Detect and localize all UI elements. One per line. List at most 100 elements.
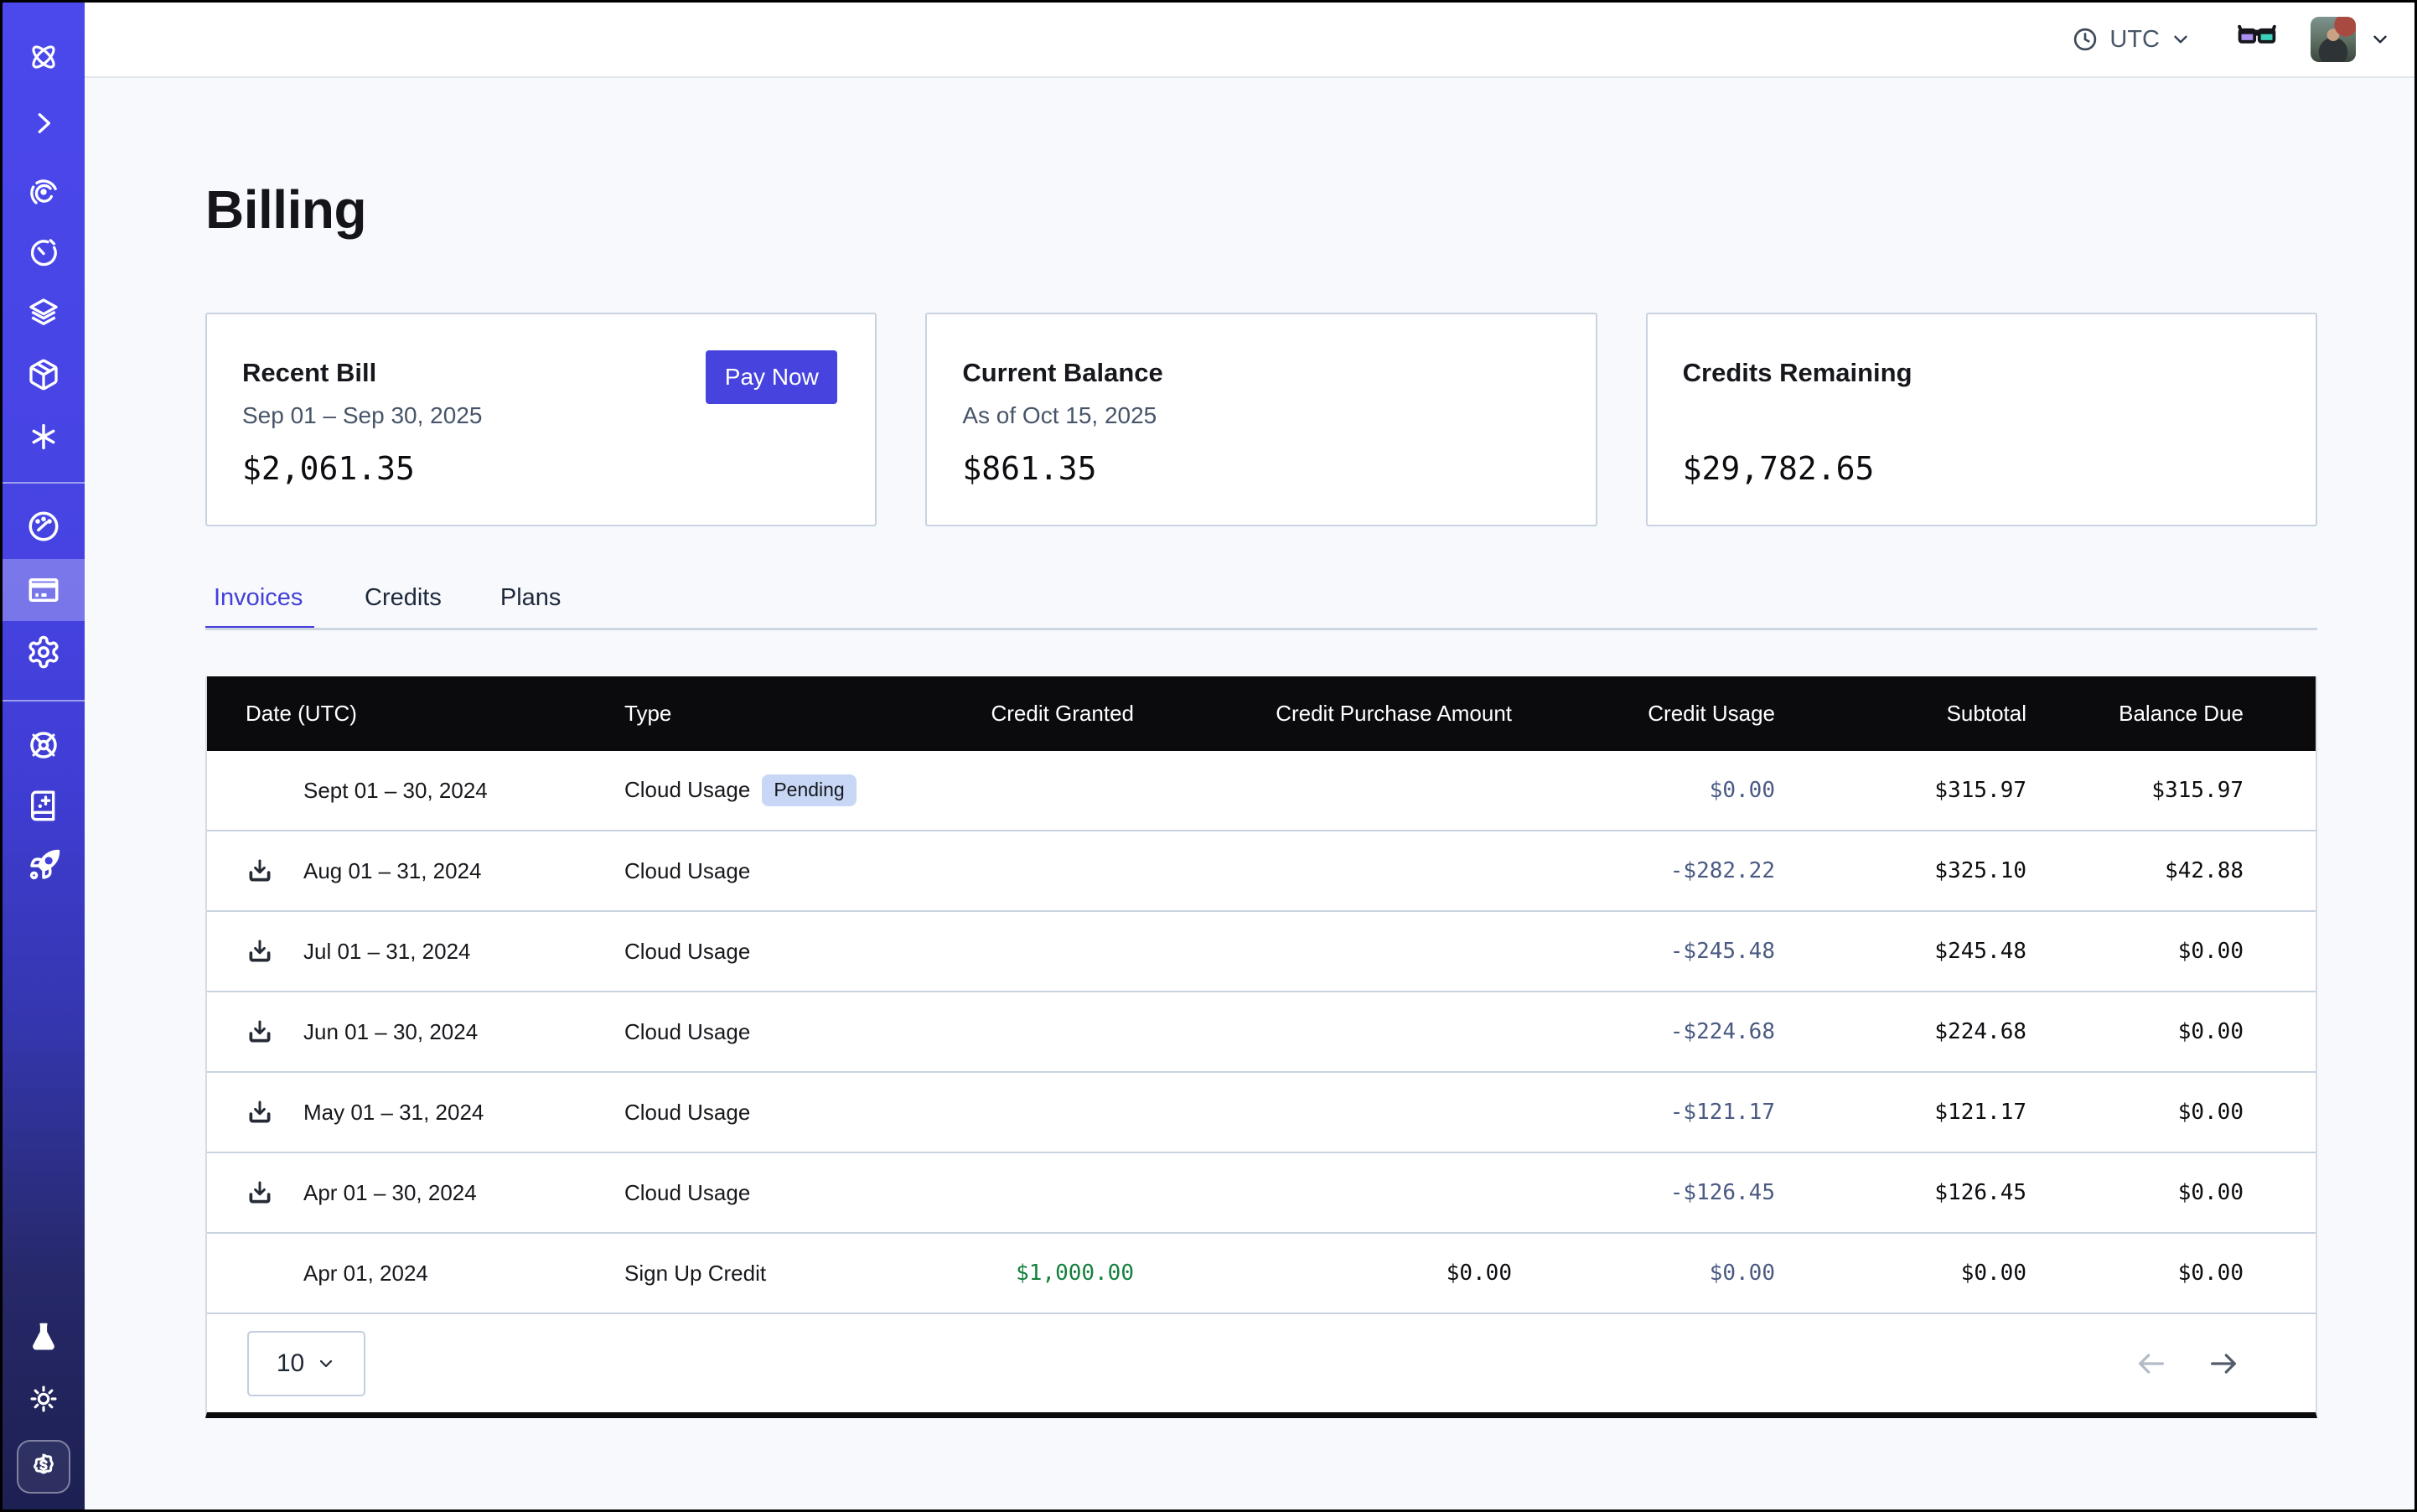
chevron-down-icon bbox=[316, 1354, 336, 1374]
card-title: Credits Remaining bbox=[1683, 358, 1912, 388]
credits-remaining-card: Credits Remaining $29,782.65 bbox=[1646, 313, 2317, 526]
table-row[interactable]: Sept 01 – 30, 2024 Cloud Usage Pending $… bbox=[207, 751, 2316, 831]
page-size-select[interactable]: 10 bbox=[247, 1331, 365, 1396]
card-amount: $2,061.35 bbox=[242, 450, 415, 487]
download-cell bbox=[246, 937, 303, 966]
table-footer: 10 bbox=[207, 1314, 2316, 1412]
card-subtitle: Sep 01 – Sep 30, 2025 bbox=[242, 402, 482, 429]
orbit-logo-icon[interactable] bbox=[3, 26, 85, 88]
sidebar-collapse-chevron-right-icon[interactable] bbox=[3, 92, 85, 154]
dollar-badge-icon bbox=[17, 1440, 70, 1494]
next-page-arrow-icon[interactable] bbox=[2207, 1347, 2240, 1380]
invoice-type-cell: Cloud Usage bbox=[624, 1100, 901, 1126]
download-icon bbox=[246, 937, 274, 966]
download-invoice-button[interactable] bbox=[246, 1017, 274, 1046]
invoices-table: Date (UTC) Type Credit Granted Credit Pu… bbox=[205, 676, 2317, 1418]
column-header-type: Type bbox=[624, 701, 901, 727]
invoice-date: Apr 01, 2024 bbox=[303, 1261, 624, 1287]
credit-usage-value: $0.00 bbox=[1512, 778, 1775, 803]
table-header-row: Date (UTC) Type Credit Granted Credit Pu… bbox=[207, 676, 2316, 751]
flask-icon[interactable] bbox=[3, 1306, 85, 1368]
invoice-date: Sept 01 – 30, 2024 bbox=[303, 778, 624, 804]
table-row[interactable]: Jul 01 – 31, 2024 Cloud Usage -$245.48 $… bbox=[207, 912, 2316, 992]
download-invoice-button[interactable] bbox=[246, 1098, 274, 1126]
tabs-baseline bbox=[205, 628, 2317, 630]
column-header-credit-granted: Credit Granted bbox=[901, 701, 1134, 727]
invoice-date: Jun 01 – 30, 2024 bbox=[303, 1019, 624, 1045]
card-subtitle: As of Oct 15, 2025 bbox=[962, 402, 1157, 429]
chevron-down-icon bbox=[2369, 28, 2391, 50]
invoice-type-cell: Sign Up Credit bbox=[624, 1261, 901, 1287]
prev-page-arrow-icon[interactable] bbox=[2135, 1347, 2168, 1380]
balance-due-value: $315.97 bbox=[2026, 778, 2244, 803]
tab-invoices[interactable]: Invoices bbox=[205, 584, 314, 630]
invoice-type: Cloud Usage bbox=[624, 1100, 750, 1126]
billing-tabs: Invoices Credits Plans bbox=[205, 584, 569, 630]
credit-usage-value: $0.00 bbox=[1512, 1261, 1775, 1286]
download-cell bbox=[246, 1098, 303, 1126]
gear-settings-icon[interactable] bbox=[3, 621, 85, 683]
invoice-date: Apr 01 – 30, 2024 bbox=[303, 1180, 624, 1206]
layers-icon[interactable] bbox=[3, 282, 85, 344]
current-balance-card: Current Balance As of Oct 15, 2025 $861.… bbox=[925, 313, 1597, 526]
recent-bill-card: Recent Bill Sep 01 – Sep 30, 2025 $2,061… bbox=[205, 313, 877, 526]
user-menu[interactable] bbox=[2311, 17, 2391, 62]
table-row[interactable]: Aug 01 – 31, 2024 Cloud Usage -$282.22 $… bbox=[207, 831, 2316, 912]
invoice-type: Cloud Usage bbox=[624, 777, 750, 803]
download-cell bbox=[246, 1178, 303, 1207]
column-header-date: Date (UTC) bbox=[246, 701, 624, 727]
credit-usage-value: -$245.48 bbox=[1512, 939, 1775, 964]
package-cube-icon[interactable] bbox=[3, 344, 85, 406]
clock-icon bbox=[2071, 25, 2099, 54]
timezone-label: UTC bbox=[2109, 26, 2160, 54]
column-header-balance-due: Balance Due bbox=[2026, 701, 2244, 727]
pay-now-button[interactable]: Pay Now bbox=[706, 350, 837, 404]
gauge-icon[interactable] bbox=[3, 495, 85, 557]
helm-wheel-icon[interactable] bbox=[3, 714, 85, 776]
timer-icon[interactable] bbox=[3, 221, 85, 283]
invoice-type-cell: Cloud Usage bbox=[624, 939, 901, 965]
invoice-type: Cloud Usage bbox=[624, 1019, 750, 1045]
table-row[interactable]: May 01 – 31, 2024 Cloud Usage -$121.17 $… bbox=[207, 1073, 2316, 1153]
invoice-type: Cloud Usage bbox=[624, 939, 750, 965]
timezone-selector[interactable]: UTC bbox=[2071, 25, 2192, 54]
book-sparkle-icon[interactable] bbox=[3, 774, 85, 836]
subtotal-value: $121.17 bbox=[1775, 1100, 2026, 1125]
card-amount: $861.35 bbox=[962, 450, 1096, 487]
credit-usage-value: -$121.17 bbox=[1512, 1100, 1775, 1125]
balance-due-value: $0.00 bbox=[2026, 939, 2244, 964]
subtotal-value: $245.48 bbox=[1775, 939, 2026, 964]
card-title: Current Balance bbox=[962, 358, 1162, 388]
invoice-type: Cloud Usage bbox=[624, 858, 750, 884]
subtotal-value: $224.68 bbox=[1775, 1019, 2026, 1044]
download-invoice-button[interactable] bbox=[246, 1178, 274, 1207]
credit-granted-value: $1,000.00 bbox=[901, 1261, 1134, 1286]
invoice-type-cell: Cloud Usage Pending bbox=[624, 774, 901, 805]
column-header-credit-purchase-amount: Credit Purchase Amount bbox=[1134, 701, 1512, 727]
balance-due-value: $0.00 bbox=[2026, 1019, 2244, 1044]
credit-usage-value: -$282.22 bbox=[1512, 858, 1775, 883]
table-row[interactable]: Apr 01, 2024 Sign Up Credit $1,000.00 $0… bbox=[207, 1234, 2316, 1314]
page-title: Billing bbox=[205, 179, 366, 241]
asterisk-icon[interactable] bbox=[3, 406, 85, 468]
subtotal-value: $126.45 bbox=[1775, 1180, 2026, 1205]
rocket-icon[interactable] bbox=[3, 835, 85, 897]
tab-plans[interactable]: Plans bbox=[492, 584, 570, 630]
download-invoice-button[interactable] bbox=[246, 937, 274, 966]
status-badge: Pending bbox=[762, 774, 856, 805]
app-window: UTC Billing Recent Bill Sep 01 – Sep 30,… bbox=[0, 0, 2417, 1512]
spiral-trace-icon[interactable] bbox=[3, 161, 85, 223]
page-size-value: 10 bbox=[277, 1349, 304, 1378]
download-cell bbox=[246, 1017, 303, 1046]
table-row[interactable]: Apr 01 – 30, 2024 Cloud Usage -$126.45 $… bbox=[207, 1153, 2316, 1234]
credit-purchase-value: $0.00 bbox=[1134, 1261, 1512, 1286]
table-row[interactable]: Jun 01 – 30, 2024 Cloud Usage -$224.68 $… bbox=[207, 992, 2316, 1073]
reader-glasses-button[interactable] bbox=[2237, 18, 2277, 62]
tab-credits[interactable]: Credits bbox=[356, 584, 450, 630]
sidebar-item-billing[interactable] bbox=[3, 559, 85, 621]
credits-dollar-button[interactable] bbox=[3, 1436, 85, 1498]
sun-theme-icon[interactable] bbox=[3, 1368, 85, 1430]
table-body: Sept 01 – 30, 2024 Cloud Usage Pending $… bbox=[207, 751, 2316, 1314]
avatar bbox=[2311, 17, 2356, 62]
download-invoice-button[interactable] bbox=[246, 857, 274, 885]
